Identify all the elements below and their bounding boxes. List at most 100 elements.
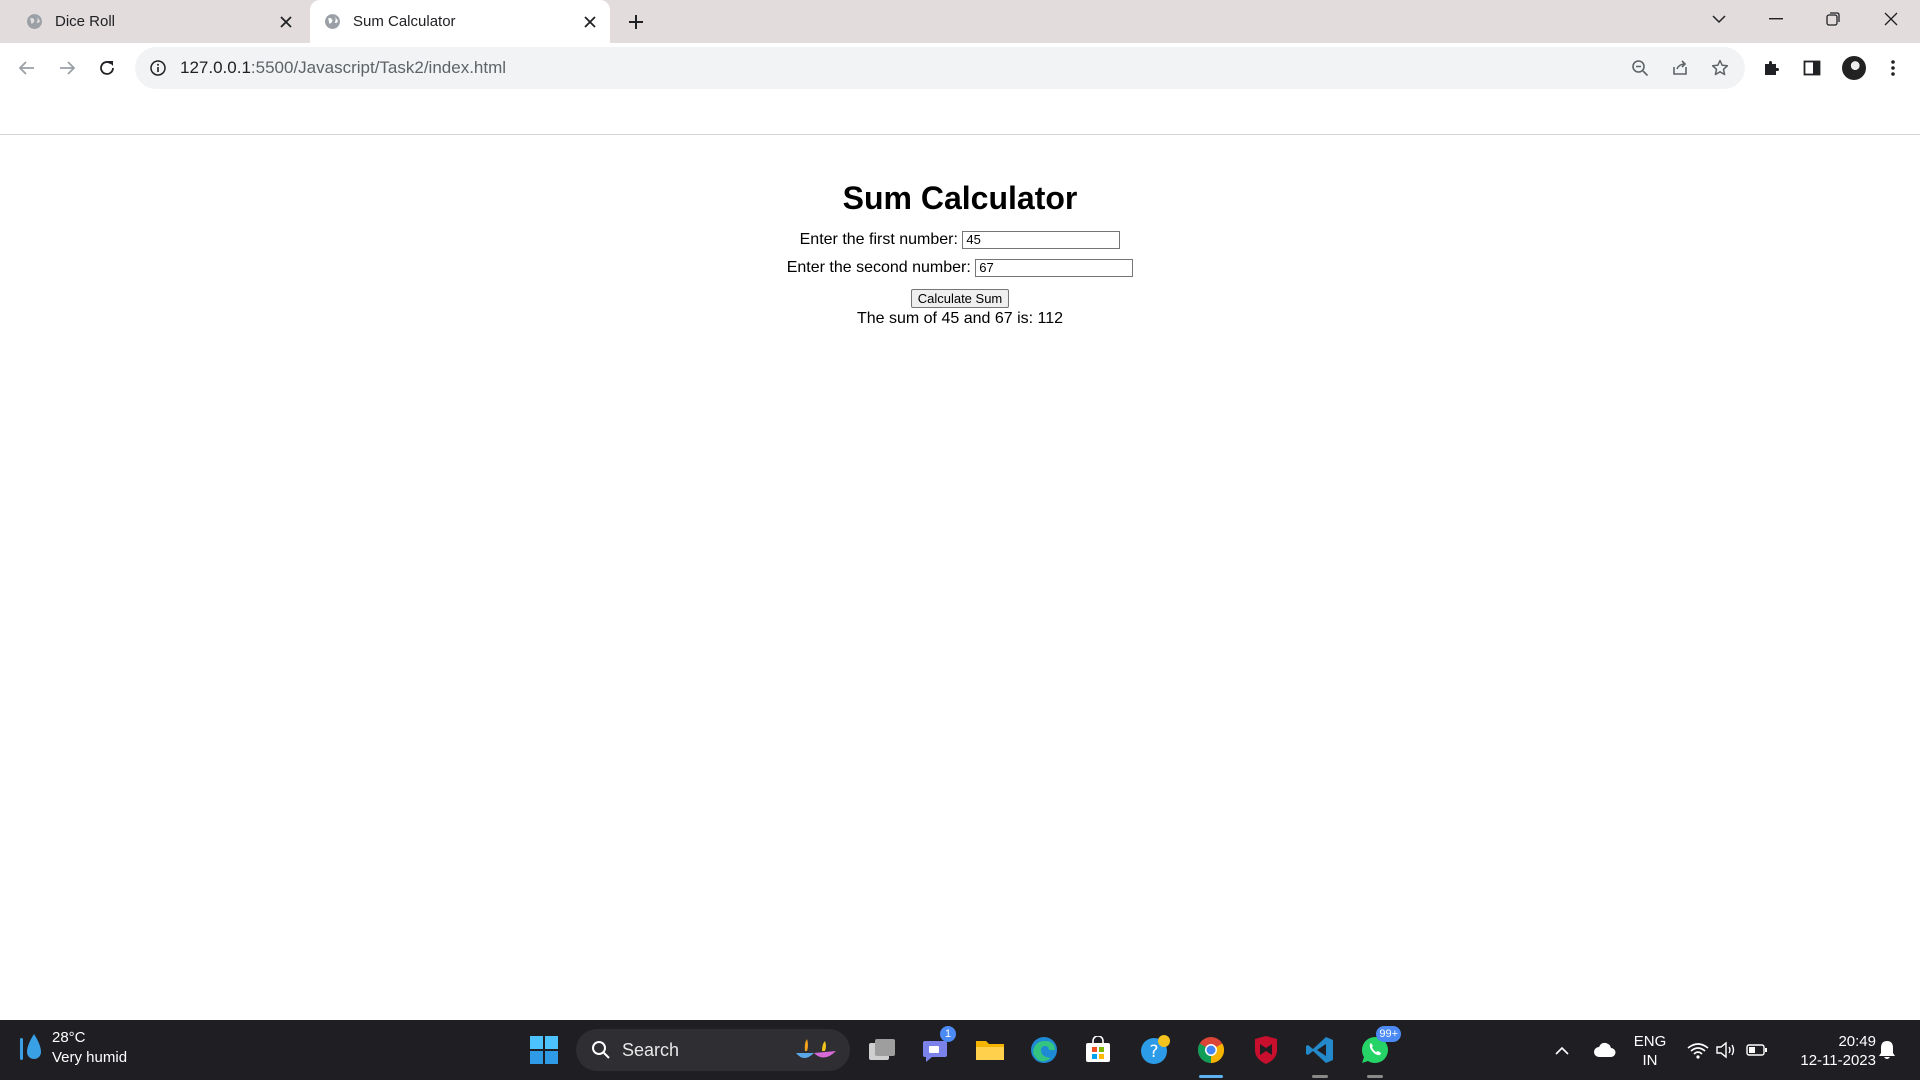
close-tab-icon[interactable] [576, 8, 604, 36]
calculate-sum-button[interactable]: Calculate Sum [910, 289, 1010, 309]
vscode-button[interactable] [1300, 1030, 1340, 1078]
show-hidden-icons-button[interactable] [1550, 1030, 1574, 1070]
profile-avatar[interactable] [1842, 56, 1866, 80]
first-number-label: Enter the first number: [799, 231, 958, 249]
second-number-label: Enter the second number: [786, 259, 971, 277]
task-view-icon [869, 1039, 895, 1060]
zoom-icon[interactable] [1625, 53, 1655, 83]
store-bag-icon [1086, 1036, 1110, 1062]
whatsapp-badge: 99+ [1376, 1026, 1401, 1042]
windows-taskbar: 28°C Very humid Search 1 ? 99+ ENG IN 20… [0, 1020, 1920, 1080]
url-host: 127.0.0.1 [180, 58, 251, 77]
start-button[interactable] [524, 1030, 564, 1070]
chrome-button[interactable] [1191, 1030, 1231, 1078]
back-button[interactable] [10, 51, 44, 85]
windows-logo-icon [530, 1036, 558, 1064]
forward-button[interactable] [50, 51, 84, 85]
minimize-button[interactable] [1751, 0, 1801, 38]
folder-icon [976, 1041, 1004, 1060]
tab-title: Sum Calculator [353, 13, 456, 30]
store-button[interactable] [1078, 1030, 1118, 1070]
page-title: Sum Calculator [842, 180, 1078, 216]
restore-icon [1826, 12, 1840, 26]
teams-badge: 1 [940, 1026, 956, 1042]
weather-temp: 28°C [52, 1029, 86, 1046]
address-bar[interactable]: 127.0.0.1:5500/Javascript/Task2/index.ht… [135, 47, 1745, 89]
clock-date: 12-11-2023 [1800, 1052, 1876, 1069]
active-app-indicator [1199, 1075, 1223, 1078]
weather-widget[interactable]: 28°C Very humid [20, 1028, 127, 1068]
first-number-row: Enter the first number: [0, 229, 1920, 251]
bell-icon [1879, 1041, 1895, 1059]
language-indicator[interactable]: ENG IN [1630, 1032, 1670, 1070]
region-code: IN [1642, 1052, 1658, 1069]
restore-button[interactable] [1808, 0, 1858, 38]
chevron-up-icon [1555, 1046, 1569, 1055]
page-content: Sum Calculator Enter the first number: E… [0, 135, 1920, 1020]
bookmark-star-icon[interactable] [1705, 53, 1735, 83]
close-window-button[interactable] [1866, 0, 1916, 38]
clock-time: 20:49 [1838, 1033, 1876, 1050]
battery-icon [1746, 1044, 1767, 1056]
wifi-button[interactable] [1685, 1030, 1711, 1070]
second-number-row: Enter the second number: [0, 257, 1920, 279]
speaker-icon [1716, 1041, 1735, 1059]
tab-title: Dice Roll [55, 13, 116, 30]
wifi-icon [1687, 1042, 1709, 1059]
side-panel-icon [1803, 60, 1821, 76]
clock[interactable]: 20:49 12-11-2023 [1780, 1032, 1876, 1070]
globe-icon [27, 14, 42, 29]
task-view-button[interactable] [862, 1030, 902, 1070]
browser-toolbar: 127.0.0.1:5500/Javascript/Task2/index.ht… [0, 43, 1920, 92]
cloud-icon [1594, 1042, 1616, 1057]
url-text: 127.0.0.1:5500/Javascript/Task2/index.ht… [180, 58, 506, 78]
get-help-button[interactable]: ? [1136, 1030, 1176, 1070]
menu-button[interactable] [1876, 51, 1910, 85]
language-code: ENG [1633, 1033, 1667, 1050]
search-icon [590, 1039, 612, 1061]
help-icon: ? [1141, 1035, 1170, 1064]
globe-icon [325, 14, 340, 29]
volume-button[interactable] [1714, 1030, 1740, 1070]
onedrive-button[interactable] [1590, 1030, 1620, 1070]
puzzle-icon [1765, 61, 1779, 75]
chrome-icon [1197, 1037, 1225, 1064]
mcafee-button[interactable] [1246, 1030, 1286, 1070]
tab-search-button[interactable] [1694, 0, 1744, 38]
notifications-button[interactable] [1874, 1030, 1900, 1070]
tab-dice-roll[interactable]: Dice Roll [0, 0, 306, 43]
weather-desc: Very humid [52, 1049, 128, 1066]
first-number-input[interactable] [962, 230, 1121, 249]
close-tab-icon[interactable] [272, 8, 300, 36]
minimize-icon [1769, 18, 1783, 20]
info-icon[interactable] [148, 58, 168, 78]
taskbar-search[interactable]: Search [576, 1029, 850, 1071]
search-label: Search [622, 1039, 680, 1060]
second-number-input[interactable] [975, 258, 1134, 277]
whatsapp-button[interactable]: 99+ [1355, 1026, 1401, 1078]
extensions-button[interactable] [1754, 51, 1788, 85]
side-panel-button[interactable] [1795, 51, 1829, 85]
edge-button[interactable] [1024, 1030, 1064, 1070]
sum-result: The sum of 45 and 67 is: 112 [856, 310, 1064, 328]
water-drop-icon [20, 1034, 41, 1060]
battery-button[interactable] [1744, 1030, 1770, 1070]
svg-text:?: ? [1149, 1042, 1158, 1062]
file-explorer-button[interactable] [970, 1030, 1010, 1070]
arrow-right-icon [60, 61, 76, 75]
kebab-menu-icon [1891, 60, 1895, 76]
running-app-indicator [1312, 1075, 1328, 1078]
shield-icon [1255, 1036, 1277, 1064]
teams-chat-button[interactable]: 1 [916, 1026, 956, 1070]
url-path: :5500/Javascript/Task2/index.html [250, 58, 507, 77]
tab-sum-calculator[interactable]: Sum Calculator [310, 0, 610, 43]
edge-browser-icon [1031, 1037, 1057, 1063]
close-icon [1884, 12, 1898, 26]
vscode-icon [1306, 1037, 1333, 1063]
running-app-indicator [1367, 1075, 1383, 1078]
arrow-left-icon [18, 61, 34, 75]
reload-button[interactable] [90, 51, 124, 85]
plus-icon [629, 15, 643, 29]
share-icon[interactable] [1665, 53, 1695, 83]
new-tab-button[interactable] [620, 7, 652, 37]
